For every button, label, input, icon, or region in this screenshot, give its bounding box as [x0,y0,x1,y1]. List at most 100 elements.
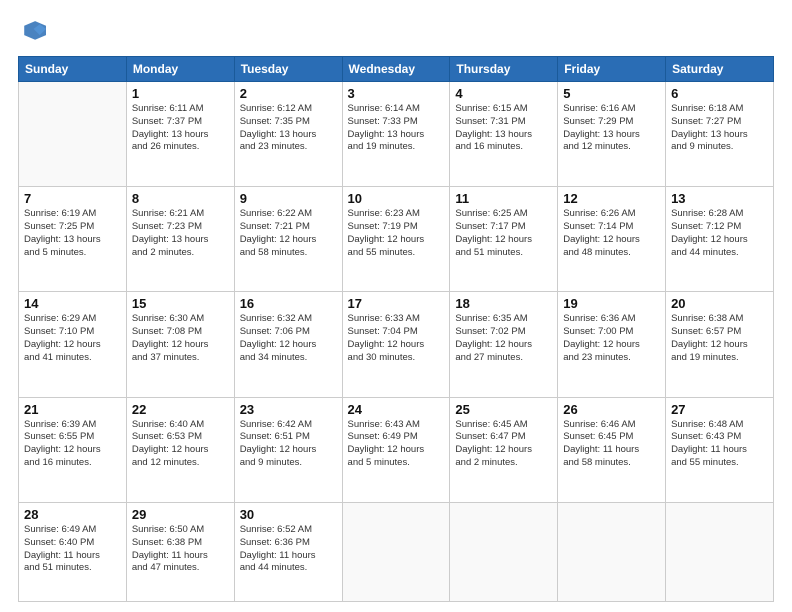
day-number: 26 [563,402,660,417]
day-number: 18 [455,296,552,311]
day-info: Sunrise: 6:45 AM Sunset: 6:47 PM Dayligh… [455,419,552,470]
day-info: Sunrise: 6:14 AM Sunset: 7:33 PM Dayligh… [348,103,445,154]
day-info: Sunrise: 6:42 AM Sunset: 6:51 PM Dayligh… [240,419,337,470]
calendar-cell: 20 Sunrise: 6:38 AM Sunset: 6:57 PM Dayli… [666,292,774,397]
generalblue-logo-icon [18,18,46,46]
day-info: Sunrise: 6:30 AM Sunset: 7:08 PM Dayligh… [132,313,229,364]
day-number: 30 [240,507,337,522]
calendar-cell: 14 Sunrise: 6:29 AM Sunset: 7:10 PM Dayli… [19,292,127,397]
calendar-cell: 3 Sunrise: 6:14 AM Sunset: 7:33 PM Daylig… [342,82,450,187]
day-number: 11 [455,191,552,206]
day-number: 5 [563,86,660,101]
day-of-week-header: Sunday [19,57,127,82]
calendar-week-row: 14 Sunrise: 6:29 AM Sunset: 7:10 PM Dayli… [19,292,774,397]
calendar-header-row: SundayMondayTuesdayWednesdayThursdayFrid… [19,57,774,82]
day-number: 25 [455,402,552,417]
day-info: Sunrise: 6:35 AM Sunset: 7:02 PM Dayligh… [455,313,552,364]
calendar-cell: 10 Sunrise: 6:23 AM Sunset: 7:19 PM Dayli… [342,187,450,292]
day-number: 22 [132,402,229,417]
logo [18,18,50,46]
day-number: 10 [348,191,445,206]
day-number: 23 [240,402,337,417]
calendar-cell: 30 Sunrise: 6:52 AM Sunset: 6:36 PM Dayli… [234,502,342,601]
day-info: Sunrise: 6:39 AM Sunset: 6:55 PM Dayligh… [24,419,121,470]
day-number: 8 [132,191,229,206]
calendar-cell: 9Sunrise: 6:22 AM Sunset: 7:21 PM Daylig… [234,187,342,292]
calendar-cell: 13 Sunrise: 6:28 AM Sunset: 7:12 PM Dayli… [666,187,774,292]
day-info: Sunrise: 6:15 AM Sunset: 7:31 PM Dayligh… [455,103,552,154]
day-number: 21 [24,402,121,417]
day-info: Sunrise: 6:40 AM Sunset: 6:53 PM Dayligh… [132,419,229,470]
day-number: 3 [348,86,445,101]
day-of-week-header: Wednesday [342,57,450,82]
day-info: Sunrise: 6:33 AM Sunset: 7:04 PM Dayligh… [348,313,445,364]
day-info: Sunrise: 6:36 AM Sunset: 7:00 PM Dayligh… [563,313,660,364]
calendar-cell: 1 Sunrise: 6:11 AM Sunset: 7:37 PM Daylig… [126,82,234,187]
day-number: 27 [671,402,768,417]
calendar-cell: 15 Sunrise: 6:30 AM Sunset: 7:08 PM Dayli… [126,292,234,397]
day-info: Sunrise: 6:12 AM Sunset: 7:35 PM Dayligh… [240,103,337,154]
calendar-week-row: 28 Sunrise: 6:49 AM Sunset: 6:40 PM Dayli… [19,502,774,601]
calendar-cell: 6 Sunrise: 6:18 AM Sunset: 7:27 PM Daylig… [666,82,774,187]
day-info: Sunrise: 6:23 AM Sunset: 7:19 PM Dayligh… [348,208,445,259]
day-number: 16 [240,296,337,311]
day-info: Sunrise: 6:38 AM Sunset: 6:57 PM Dayligh… [671,313,768,364]
day-number: 20 [671,296,768,311]
calendar-cell [450,502,558,601]
day-number: 12 [563,191,660,206]
calendar-cell: 21 Sunrise: 6:39 AM Sunset: 6:55 PM Dayli… [19,397,127,502]
day-info: Sunrise: 6:50 AM Sunset: 6:38 PM Dayligh… [132,524,229,575]
day-of-week-header: Thursday [450,57,558,82]
day-number: 19 [563,296,660,311]
day-number: 15 [132,296,229,311]
calendar-week-row: 21 Sunrise: 6:39 AM Sunset: 6:55 PM Dayli… [19,397,774,502]
page: SundayMondayTuesdayWednesdayThursdayFrid… [0,0,792,612]
day-info: Sunrise: 6:46 AM Sunset: 6:45 PM Dayligh… [563,419,660,470]
day-number: 14 [24,296,121,311]
calendar-cell: 27 Sunrise: 6:48 AM Sunset: 6:43 PM Dayli… [666,397,774,502]
calendar-cell: 17 Sunrise: 6:33 AM Sunset: 7:04 PM Dayli… [342,292,450,397]
day-info: Sunrise: 6:48 AM Sunset: 6:43 PM Dayligh… [671,419,768,470]
day-of-week-header: Monday [126,57,234,82]
calendar-cell: 18 Sunrise: 6:35 AM Sunset: 7:02 PM Dayli… [450,292,558,397]
calendar-cell: 8 Sunrise: 6:21 AM Sunset: 7:23 PM Daylig… [126,187,234,292]
day-number: 6 [671,86,768,101]
calendar-cell: 7Sunrise: 6:19 AM Sunset: 7:25 PM Daylig… [19,187,127,292]
day-info: Sunrise: 6:52 AM Sunset: 6:36 PM Dayligh… [240,524,337,575]
calendar-table: SundayMondayTuesdayWednesdayThursdayFrid… [18,56,774,602]
day-info: Sunrise: 6:26 AM Sunset: 7:14 PM Dayligh… [563,208,660,259]
calendar-cell: 2 Sunrise: 6:12 AM Sunset: 7:35 PM Daylig… [234,82,342,187]
calendar-cell [19,82,127,187]
day-number: 13 [671,191,768,206]
day-number: 17 [348,296,445,311]
day-number: 28 [24,507,121,522]
day-info: Sunrise: 6:19 AM Sunset: 7:25 PM Dayligh… [24,208,121,259]
day-of-week-header: Saturday [666,57,774,82]
calendar-cell: 24 Sunrise: 6:43 AM Sunset: 6:49 PM Dayli… [342,397,450,502]
day-number: 2 [240,86,337,101]
day-info: Sunrise: 6:22 AM Sunset: 7:21 PM Dayligh… [240,208,337,259]
calendar-cell [558,502,666,601]
day-number: 24 [348,402,445,417]
day-of-week-header: Tuesday [234,57,342,82]
day-info: Sunrise: 6:32 AM Sunset: 7:06 PM Dayligh… [240,313,337,364]
day-info: Sunrise: 6:49 AM Sunset: 6:40 PM Dayligh… [24,524,121,575]
day-info: Sunrise: 6:43 AM Sunset: 6:49 PM Dayligh… [348,419,445,470]
calendar-week-row: 1 Sunrise: 6:11 AM Sunset: 7:37 PM Daylig… [19,82,774,187]
day-info: Sunrise: 6:18 AM Sunset: 7:27 PM Dayligh… [671,103,768,154]
day-info: Sunrise: 6:21 AM Sunset: 7:23 PM Dayligh… [132,208,229,259]
day-number: 1 [132,86,229,101]
calendar-cell: 29Sunrise: 6:50 AM Sunset: 6:38 PM Dayli… [126,502,234,601]
day-info: Sunrise: 6:29 AM Sunset: 7:10 PM Dayligh… [24,313,121,364]
calendar-week-row: 7Sunrise: 6:19 AM Sunset: 7:25 PM Daylig… [19,187,774,292]
calendar-cell: 4 Sunrise: 6:15 AM Sunset: 7:31 PM Daylig… [450,82,558,187]
calendar-cell: 28 Sunrise: 6:49 AM Sunset: 6:40 PM Dayli… [19,502,127,601]
calendar-cell: 23 Sunrise: 6:42 AM Sunset: 6:51 PM Dayli… [234,397,342,502]
day-of-week-header: Friday [558,57,666,82]
calendar-cell: 12 Sunrise: 6:26 AM Sunset: 7:14 PM Dayli… [558,187,666,292]
day-info: Sunrise: 6:28 AM Sunset: 7:12 PM Dayligh… [671,208,768,259]
calendar-cell: 25 Sunrise: 6:45 AM Sunset: 6:47 PM Dayli… [450,397,558,502]
day-number: 4 [455,86,552,101]
day-info: Sunrise: 6:11 AM Sunset: 7:37 PM Dayligh… [132,103,229,154]
calendar-cell: 19 Sunrise: 6:36 AM Sunset: 7:00 PM Dayli… [558,292,666,397]
